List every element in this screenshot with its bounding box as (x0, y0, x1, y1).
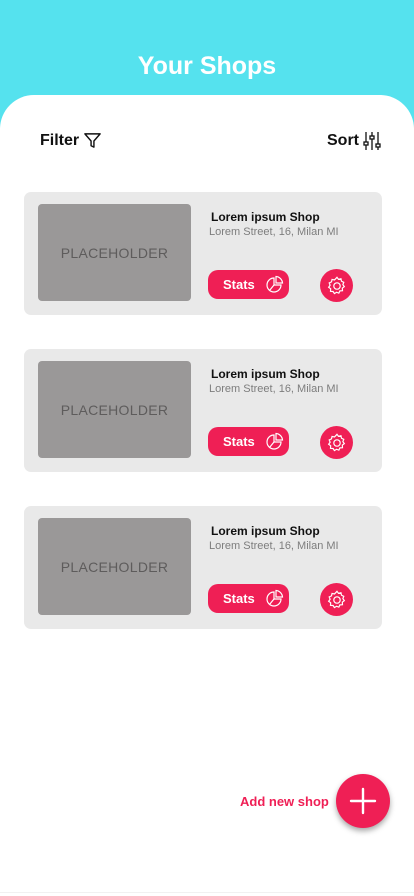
pie-chart-icon (266, 432, 283, 450)
settings-button[interactable] (320, 583, 353, 616)
shop-name: Lorem ipsum Shop (211, 367, 320, 381)
shop-image-placeholder: PLACEHOLDER (38, 361, 191, 458)
filter-label: Filter (40, 131, 80, 149)
stats-button[interactable]: Stats (208, 427, 289, 456)
gear-icon (327, 589, 345, 608)
page-title: Your Shops (137, 52, 277, 80)
sort-button[interactable]: Sort (327, 131, 381, 151)
plus-icon (349, 787, 377, 815)
bottom-divider (0, 892, 414, 893)
shop-card[interactable]: PLACEHOLDER Lorem ipsum Shop Lorem Stree… (24, 349, 382, 472)
stats-button[interactable]: Stats (208, 270, 289, 299)
funnel-icon (84, 133, 101, 148)
add-new-shop-label[interactable]: Add new shop (240, 794, 329, 809)
shop-address: Lorem Street, 16, Milan MI (209, 226, 339, 238)
gear-icon (327, 432, 345, 451)
shop-image-placeholder: PLACEHOLDER (38, 204, 191, 301)
stats-label: Stats (223, 277, 255, 292)
gear-icon (327, 275, 345, 294)
pie-chart-icon (266, 589, 283, 607)
sliders-icon (363, 132, 381, 150)
stats-label: Stats (223, 434, 255, 449)
shop-card[interactable]: PLACEHOLDER Lorem ipsum Shop Lorem Stree… (24, 192, 382, 315)
stats-label: Stats (223, 591, 255, 606)
shop-name: Lorem ipsum Shop (211, 210, 320, 224)
settings-button[interactable] (320, 426, 353, 459)
sort-label: Sort (327, 132, 359, 149)
shop-image-placeholder: PLACEHOLDER (38, 518, 191, 615)
settings-button[interactable] (320, 269, 353, 302)
shop-name: Lorem ipsum Shop (211, 524, 320, 538)
stats-button[interactable]: Stats (208, 584, 289, 613)
pie-chart-icon (266, 275, 283, 293)
add-shop-button[interactable] (336, 774, 390, 828)
filter-button[interactable]: Filter (40, 131, 102, 150)
shop-address: Lorem Street, 16, Milan MI (209, 540, 339, 552)
shop-card[interactable]: PLACEHOLDER Lorem ipsum Shop Lorem Stree… (24, 506, 382, 629)
shop-address: Lorem Street, 16, Milan MI (209, 383, 339, 395)
